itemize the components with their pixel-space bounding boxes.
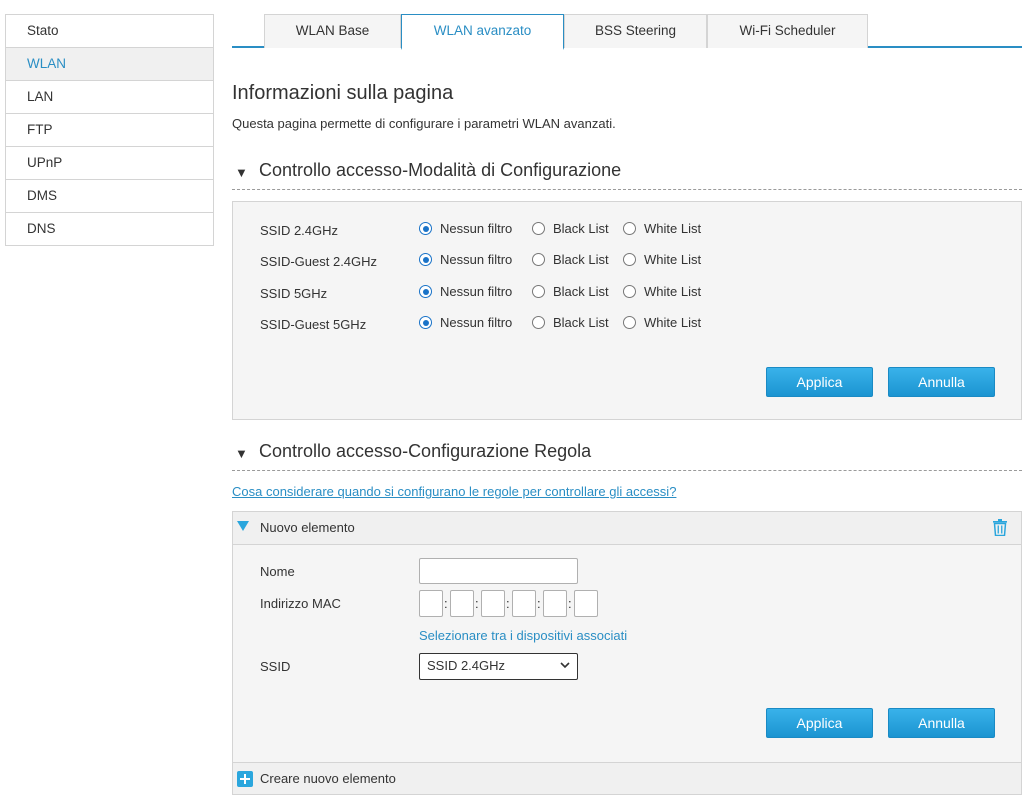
radio-circle-icon (623, 222, 636, 235)
radio-label: Black List (553, 252, 609, 267)
radio-nessun-filtro[interactable]: Nessun filtro (419, 221, 512, 236)
ssid-row-label: SSID-Guest 5GHz (260, 317, 367, 332)
radio-white-list[interactable]: White List (623, 315, 701, 330)
radio-circle-icon (623, 253, 636, 266)
sidebar-item-upnp[interactable]: UPnP (6, 147, 213, 180)
radio-label: White List (644, 315, 702, 330)
radio-label: Nessun filtro (440, 252, 513, 267)
ssid-select-value: SSID 2.4GHz (427, 658, 506, 673)
radio-nessun-filtro[interactable]: Nessun filtro (419, 252, 512, 267)
rule-config-panel: Nuovo elemento Nome Indirizzo MAC : : : … (232, 511, 1022, 763)
page-description: Questa pagina permette di configurare i … (232, 116, 616, 131)
radio-white-list[interactable]: White List (623, 221, 701, 236)
plus-icon[interactable] (237, 771, 253, 787)
chevron-down-icon (560, 662, 570, 669)
radio-label: Nessun filtro (440, 284, 513, 299)
radio-label: White List (644, 252, 702, 267)
radio-nessun-filtro[interactable]: Nessun filtro (419, 284, 512, 299)
main-content: WLAN Base WLAN avanzato BSS Steering Wi-… (232, 0, 1022, 795)
radio-label: Black List (553, 315, 609, 330)
radio-circle-icon (532, 222, 545, 235)
collapse-triangle-icon[interactable]: ▼ (235, 446, 248, 461)
sidebar-nav: Stato WLAN LAN FTP UPnP DMS DNS (5, 14, 214, 246)
ssid-row-label: SSID 5GHz (260, 286, 328, 301)
radio-circle-icon (623, 285, 636, 298)
tab-wlan-base[interactable]: WLAN Base (264, 14, 401, 48)
name-input[interactable] (419, 558, 578, 584)
mac-octet-input[interactable] (512, 590, 536, 617)
tab-wifi-scheduler[interactable]: Wi-Fi Scheduler (707, 14, 868, 48)
mac-separator: : (568, 596, 572, 611)
section-title: Controllo accesso-Configurazione Regola (259, 441, 592, 461)
apply-button[interactable]: Applica (766, 708, 873, 738)
tab-wlan-avanzato[interactable]: WLAN avanzato (401, 14, 564, 50)
section-header-access-mode[interactable]: ▼ Controllo accesso-Modalità di Configur… (232, 158, 1022, 190)
access-mode-panel: SSID 2.4GHz Nessun filtro Black List Whi… (232, 201, 1022, 420)
radio-circle-icon (532, 253, 545, 266)
create-new-item-label[interactable]: Creare nuovo elemento (260, 771, 396, 786)
ssid-row-label: SSID 2.4GHz (260, 223, 339, 238)
radio-black-list[interactable]: Black List (532, 221, 609, 236)
radio-black-list[interactable]: Black List (532, 284, 609, 299)
help-link[interactable]: Cosa considerare quando si configurano l… (232, 484, 676, 499)
item-title: Nuovo elemento (260, 520, 355, 535)
radio-nessun-filtro[interactable]: Nessun filtro (419, 315, 512, 330)
radio-circle-icon (623, 316, 636, 329)
radio-label: White List (644, 284, 702, 299)
sidebar-item-lan[interactable]: LAN (6, 81, 213, 114)
cancel-button[interactable]: Annulla (888, 367, 995, 397)
radio-label: White List (644, 221, 702, 236)
sidebar-item-ftp[interactable]: FTP (6, 114, 213, 147)
radio-black-list[interactable]: Black List (532, 252, 609, 267)
tab-bar: WLAN Base WLAN avanzato BSS Steering Wi-… (232, 0, 1022, 50)
ssid-select[interactable]: SSID 2.4GHz (419, 653, 578, 680)
radio-label: Nessun filtro (440, 315, 513, 330)
radio-label: Black List (553, 221, 609, 236)
radio-circle-icon (532, 285, 545, 298)
radio-black-list[interactable]: Black List (532, 315, 609, 330)
mac-octet-input[interactable] (419, 590, 443, 617)
radio-circle-icon (419, 285, 432, 298)
expand-triangle-icon[interactable] (237, 521, 249, 531)
mac-separator: : (475, 596, 479, 611)
page-title: Informazioni sulla pagina (232, 82, 454, 104)
radio-white-list[interactable]: White List (623, 284, 701, 299)
radio-circle-icon (419, 222, 432, 235)
radio-circle-icon (419, 316, 432, 329)
section-header-rule-config[interactable]: ▼ Controllo accesso-Configurazione Regol… (232, 439, 1022, 471)
radio-circle-icon (532, 316, 545, 329)
radio-label: Nessun filtro (440, 221, 513, 236)
trash-icon[interactable] (993, 519, 1007, 536)
mac-octet-input[interactable] (481, 590, 505, 617)
radio-white-list[interactable]: White List (623, 252, 701, 267)
radio-circle-icon (419, 253, 432, 266)
mac-label: Indirizzo MAC (260, 596, 341, 611)
name-label: Nome (260, 564, 295, 579)
section-title: Controllo accesso-Modalità di Configuraz… (259, 160, 622, 180)
mac-separator: : (537, 596, 541, 611)
mac-octet-input[interactable] (543, 590, 567, 617)
ssid-row-label: SSID-Guest 2.4GHz (260, 254, 378, 269)
apply-button[interactable]: Applica (766, 367, 873, 397)
mac-octet-input[interactable] (574, 590, 598, 617)
collapse-triangle-icon[interactable]: ▼ (235, 165, 248, 180)
ssid-label: SSID (260, 659, 291, 674)
select-associated-devices-link[interactable]: Selezionare tra i dispositivi associati (419, 628, 627, 643)
cancel-button[interactable]: Annulla (888, 708, 995, 738)
sidebar-item-stato[interactable]: Stato (6, 15, 213, 48)
sidebar-item-dms[interactable]: DMS (6, 180, 213, 213)
tab-bss-steering[interactable]: BSS Steering (564, 14, 707, 48)
item-header[interactable]: Nuovo elemento (233, 512, 1021, 545)
mac-separator: : (506, 596, 510, 611)
create-new-item-row[interactable]: Creare nuovo elemento (232, 762, 1022, 795)
sidebar-item-wlan[interactable]: WLAN (6, 48, 213, 81)
radio-label: Black List (553, 284, 609, 299)
mac-octet-input[interactable] (450, 590, 474, 617)
mac-separator: : (444, 596, 448, 611)
sidebar-item-dns[interactable]: DNS (6, 213, 213, 246)
